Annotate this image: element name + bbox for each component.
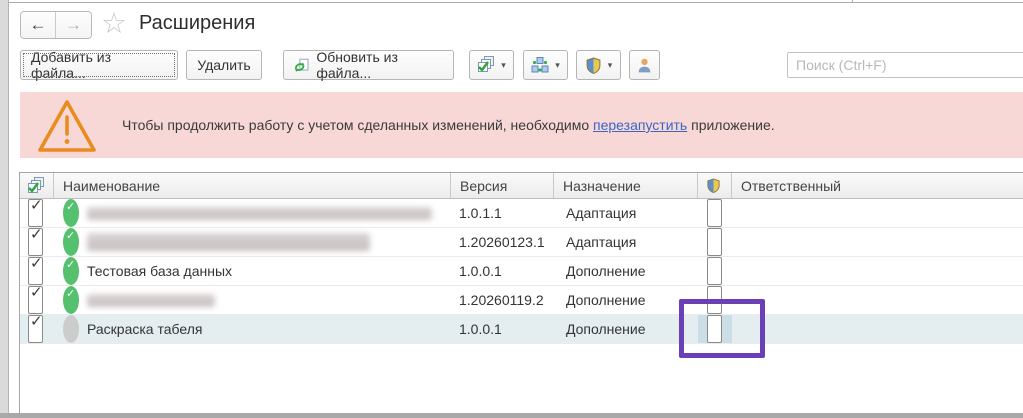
window-bottom-edge (0, 413, 1023, 418)
stacked-checklist-icon (477, 56, 495, 74)
status-icon (63, 199, 79, 227)
safe-mode-checkbox[interactable] (707, 228, 722, 256)
purpose-cell: Адаптация (566, 205, 637, 221)
restart-link[interactable]: перезапустить (593, 117, 687, 133)
status-icon (63, 286, 79, 314)
shield-icon (586, 57, 601, 74)
warning-text-before: Чтобы продолжить работу с учетом сделанн… (122, 117, 594, 133)
status-icon (63, 315, 79, 343)
column-header-name[interactable]: Наименование (54, 173, 451, 198)
window-top-tab-divider (852, 0, 853, 3)
safe-mode-checkbox[interactable] (707, 199, 722, 227)
window-top-border (9, 2, 1023, 3)
table-row[interactable]: 1.20260123.1 Адаптация (20, 225, 1023, 257)
purpose-cell: Адаптация (566, 234, 637, 250)
chevron-down-icon: ▾ (555, 59, 560, 70)
version-cell: 1.0.0.1 (459, 263, 502, 279)
select-all-header-cell[interactable] (20, 173, 54, 198)
select-actions-button[interactable]: ▾ (469, 50, 514, 80)
purpose-cell: Дополнение (566, 321, 646, 337)
table-row[interactable]: Тестовая база данных 1.0.0.1 Дополнение (20, 254, 1023, 286)
config-blocks-icon (531, 57, 549, 73)
column-header-responsible[interactable]: Ответственный (732, 173, 1023, 198)
update-from-file-button[interactable]: Обновить из файла... (283, 49, 454, 81)
back-arrow-icon: ← (29, 15, 47, 34)
person-icon (638, 58, 651, 72)
status-icon (63, 257, 79, 285)
update-from-file-label: Обновить из файла... (316, 49, 398, 81)
table-row-selected[interactable]: Раскраска табеля 1.0.0.1 Дополнение (20, 312, 1023, 344)
extension-name: Раскраска табеля (87, 321, 203, 337)
column-header-version[interactable]: Версия (451, 173, 554, 198)
chevron-down-icon: ▾ (501, 59, 506, 70)
warning-triangle-icon (38, 100, 96, 152)
column-header-safe-mode[interactable] (698, 173, 732, 198)
column-header-purpose[interactable]: Назначение (554, 173, 698, 198)
table-row[interactable]: 1.0.1.1 Адаптация (20, 196, 1023, 228)
row-select-checkbox[interactable] (28, 283, 43, 314)
structure-button[interactable]: ▾ (523, 50, 568, 80)
window-left-edge (0, 0, 9, 418)
restart-warning-text: Чтобы продолжить работу с учетом сделанн… (122, 117, 775, 133)
extensions-window: ← → ☆ Расширения Добавить из файла... Уд… (0, 0, 1023, 418)
row-select-checkbox[interactable] (28, 225, 43, 256)
status-icon (63, 228, 79, 256)
safe-mode-checkbox[interactable] (707, 286, 722, 314)
page-title: Расширения (139, 12, 256, 34)
row-select-checkbox[interactable] (28, 196, 43, 227)
delete-button[interactable]: Удалить (186, 50, 262, 80)
forward-arrow-icon: → (65, 15, 82, 34)
version-cell: 1.0.0.1 (459, 321, 502, 337)
version-cell: 1.0.1.1 (459, 205, 502, 221)
row-select-checkbox[interactable] (28, 254, 43, 285)
back-button[interactable]: ← (21, 12, 56, 38)
table-header: Наименование Версия Назначение Ответстве… (20, 173, 1023, 199)
extensions-table: Наименование Версия Назначение Ответстве… (19, 172, 1023, 413)
row-select-checkbox[interactable] (28, 312, 43, 343)
table-row[interactable]: 1.20260119.2 Дополнение (20, 283, 1023, 315)
version-cell: 1.20260119.2 (459, 292, 544, 308)
history-nav-group: ← → (20, 11, 92, 39)
purpose-cell: Дополнение (566, 263, 646, 279)
forward-button[interactable]: → (56, 12, 91, 38)
select-all-stacked-checklist-icon (27, 176, 45, 195)
warning-text-after: приложение. (687, 117, 775, 133)
redacted-extension-name (87, 233, 370, 251)
favorite-star-icon[interactable]: ☆ (101, 7, 127, 41)
redacted-extension-name (87, 294, 215, 307)
redacted-extension-name (87, 207, 432, 220)
safe-mode-checkbox[interactable] (707, 315, 722, 343)
extension-name: Тестовая база данных (87, 263, 233, 279)
shield-icon (707, 178, 720, 193)
restart-warning-banner: Чтобы продолжить работу с учетом сделанн… (20, 92, 1023, 158)
safe-mode-checkbox[interactable] (707, 257, 722, 285)
chevron-down-icon: ▾ (607, 59, 613, 70)
search-input[interactable] (787, 52, 1023, 78)
purpose-cell: Дополнение (566, 292, 646, 308)
update-from-file-icon (294, 58, 309, 72)
responsible-button[interactable] (629, 50, 660, 80)
version-cell: 1.20260123.1 (459, 234, 545, 250)
add-from-file-button[interactable]: Добавить из файла... (20, 49, 178, 81)
safe-mode-button[interactable]: ▾ (576, 50, 621, 80)
